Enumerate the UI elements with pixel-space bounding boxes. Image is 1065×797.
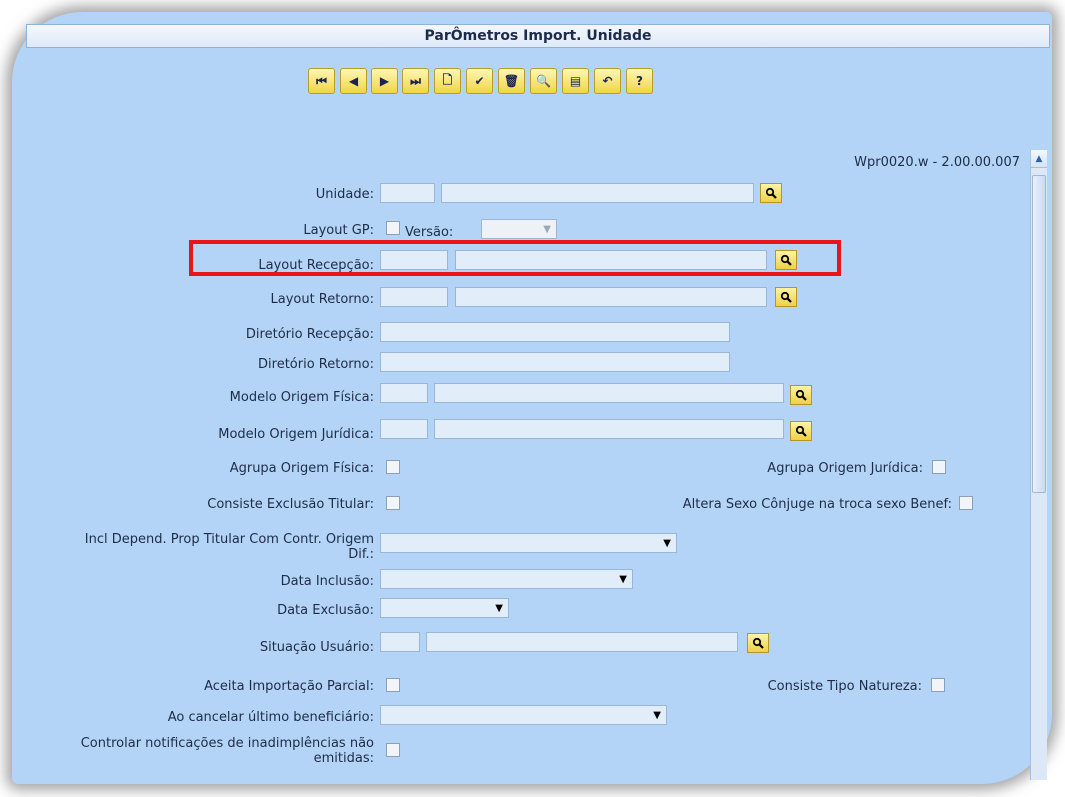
- magnifier-icon: [752, 637, 764, 649]
- agrupa-origem-juridica-checkbox[interactable]: [932, 460, 946, 474]
- versao-select[interactable]: ▼: [481, 219, 557, 239]
- modelo-origem-fisica-lookup-button[interactable]: [790, 385, 812, 405]
- scroll-up-icon[interactable]: ▲: [1031, 150, 1047, 168]
- agrupa-origem-fisica-checkbox[interactable]: [386, 460, 400, 474]
- delete-button[interactable]: 🗑: [498, 68, 525, 94]
- next-record-button[interactable]: ▶: [371, 68, 398, 94]
- search-icon: 🔍: [536, 74, 551, 88]
- next-record-icon: ▶: [379, 74, 390, 88]
- diretorio-recepcao-label: Diretório Recepção:: [245, 327, 374, 342]
- incl-depend-label: Incl Depend. Prop Titular Com Contr. Ori…: [84, 532, 374, 562]
- incl-depend-select[interactable]: ▼: [380, 533, 677, 553]
- unidade-label: Unidade:: [315, 187, 374, 202]
- layout-recepcao-description-input[interactable]: [455, 250, 767, 270]
- consiste-tipo-natureza-label: Consiste Tipo Natureza:: [767, 679, 922, 694]
- magnifier-icon: [795, 425, 807, 437]
- help-button[interactable]: ?: [626, 68, 653, 94]
- undo-button[interactable]: ↶: [594, 68, 621, 94]
- situacao-usuario-label: Situação Usuário:: [259, 640, 374, 655]
- layout-gp-checkbox[interactable]: [386, 221, 400, 235]
- modelo-origem-juridica-lookup-button[interactable]: [790, 421, 812, 441]
- modelo-origem-fisica-description-input[interactable]: [434, 383, 784, 403]
- situacao-usuario-code-input[interactable]: [380, 632, 420, 652]
- previous-record-button[interactable]: ◀: [340, 68, 367, 94]
- data-exclusao-select[interactable]: ▼: [380, 598, 509, 618]
- magnifier-icon: [780, 254, 792, 266]
- altera-sexo-conjuge-checkbox[interactable]: [959, 496, 973, 510]
- diretorio-recepcao-input[interactable]: [380, 322, 730, 342]
- unidade-code-input[interactable]: [380, 183, 435, 203]
- aceita-importacao-parcial-label: Aceita Importação Parcial:: [204, 679, 374, 694]
- ao-cancelar-label: Ao cancelar último beneficiário:: [167, 710, 374, 725]
- window-title: ParÔmetros Import. Unidade: [26, 24, 1050, 48]
- new-record-icon: 🗋: [442, 72, 453, 87]
- first-record-button[interactable]: ⏮: [308, 68, 335, 94]
- chevron-down-icon: ▼: [495, 603, 503, 614]
- modelo-origem-juridica-label: Modelo Origem Jurídica:: [218, 427, 374, 442]
- agrupa-origem-juridica-label: Agrupa Origem Jurídica:: [767, 461, 923, 476]
- modelo-origem-juridica-code-input[interactable]: [380, 419, 428, 439]
- last-record-button[interactable]: ⏭: [402, 68, 429, 94]
- unidade-description-input[interactable]: [441, 183, 754, 203]
- modelo-origem-fisica-code-input[interactable]: [380, 383, 428, 403]
- help-icon: ?: [636, 74, 643, 88]
- layout-recepcao-label: Layout Recepção:: [258, 258, 374, 273]
- scrollbar-thumb[interactable]: [1032, 175, 1046, 493]
- vertical-scrollbar[interactable]: ▲: [1030, 150, 1047, 780]
- situacao-usuario-lookup-button[interactable]: [747, 633, 769, 653]
- data-inclusao-label: Data Inclusão:: [280, 574, 374, 589]
- search-button[interactable]: 🔍: [530, 68, 557, 94]
- consiste-exclusao-titular-checkbox[interactable]: [386, 496, 400, 510]
- undo-icon: ↶: [602, 74, 613, 88]
- diretorio-retorno-label: Diretório Retorno:: [258, 357, 374, 372]
- controlar-notificacoes-checkbox[interactable]: [386, 743, 400, 757]
- layout-recepcao-lookup-button[interactable]: [775, 250, 797, 270]
- chevron-down-icon: ▼: [663, 538, 671, 549]
- unidade-lookup-button[interactable]: [760, 183, 782, 203]
- list-icon: ▤: [569, 74, 582, 88]
- agrupa-origem-fisica-label: Agrupa Origem Física:: [229, 461, 374, 476]
- diretorio-retorno-input[interactable]: [380, 352, 730, 372]
- save-icon: ✔: [474, 74, 485, 88]
- controlar-notificacoes-label: Controlar notificações de inadimplências…: [80, 736, 374, 766]
- magnifier-icon: [795, 389, 807, 401]
- layout-recepcao-code-input[interactable]: [380, 250, 448, 270]
- data-exclusao-label: Data Exclusão:: [277, 603, 374, 618]
- modelo-origem-fisica-label: Modelo Origem Física:: [229, 390, 374, 405]
- altera-sexo-conjuge-label: Altera Sexo Cônjuge na troca sexo Benef:: [682, 497, 952, 512]
- last-record-icon: ⏭: [410, 73, 421, 88]
- versao-label: Versão:: [405, 225, 454, 240]
- aceita-importacao-parcial-checkbox[interactable]: [386, 678, 400, 692]
- chevron-down-icon: ▼: [543, 224, 551, 235]
- version-label: Wpr0020.w - 2.00.00.007: [854, 155, 1020, 170]
- ao-cancelar-select[interactable]: ▼: [380, 705, 667, 725]
- previous-record-icon: ◀: [348, 74, 359, 88]
- magnifier-icon: [765, 187, 777, 199]
- save-button[interactable]: ✔: [466, 68, 493, 94]
- first-record-icon: ⏮: [316, 73, 327, 88]
- layout-retorno-label: Layout Retorno:: [270, 292, 374, 307]
- layout-retorno-lookup-button[interactable]: [775, 287, 797, 307]
- modelo-origem-juridica-description-input[interactable]: [434, 419, 784, 439]
- layout-retorno-description-input[interactable]: [455, 287, 767, 307]
- layout-retorno-code-input[interactable]: [380, 287, 448, 307]
- consiste-tipo-natureza-checkbox[interactable]: [931, 678, 945, 692]
- data-inclusao-select[interactable]: ▼: [380, 569, 633, 589]
- consiste-exclusao-titular-label: Consiste Exclusão Titular:: [207, 497, 374, 512]
- magnifier-icon: [780, 291, 792, 303]
- layout-gp-label: Layout GP:: [303, 223, 374, 238]
- delete-icon: 🗑: [503, 74, 520, 88]
- situacao-usuario-description-input[interactable]: [426, 632, 738, 652]
- list-button[interactable]: ▤: [562, 68, 589, 94]
- new-record-button[interactable]: 🗋: [434, 68, 461, 94]
- chevron-down-icon: ▼: [619, 574, 627, 585]
- chevron-down-icon: ▼: [653, 710, 661, 721]
